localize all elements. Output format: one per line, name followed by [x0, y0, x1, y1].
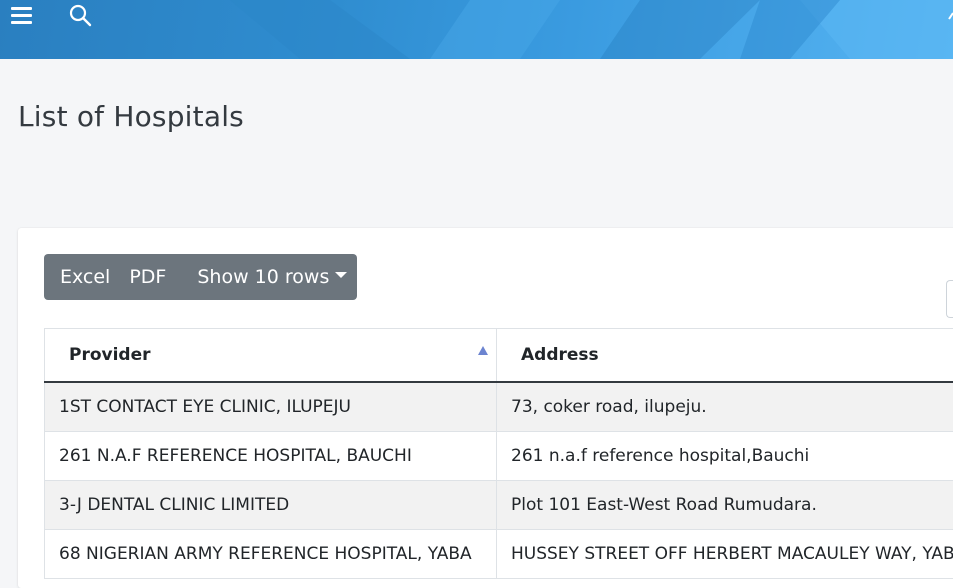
- caret-down-icon: [335, 272, 347, 278]
- show-rows-dropdown[interactable]: Show 10 rows: [166, 254, 347, 300]
- provider-cell: 3-J DENTAL CLINIC LIMITED: [45, 481, 497, 530]
- provider-cell: 261 N.A.F REFERENCE HOSPITAL, BAUCHI: [45, 432, 497, 481]
- address-cell: 73, coker road, ilupeju.: [497, 382, 953, 432]
- table-header-row: Provider Address: [45, 329, 953, 383]
- export-button-group: Excel PDF Show 10 rows: [44, 254, 357, 300]
- hospitals-table: Provider Address 1ST CONTACT EYE CLINIC,…: [44, 328, 953, 579]
- column-header-provider[interactable]: Provider: [45, 329, 497, 383]
- excel-export-button[interactable]: Excel: [44, 254, 110, 300]
- hamburger-menu-icon[interactable]: [11, 7, 35, 25]
- page-title: List of Hospitals: [18, 100, 244, 133]
- table-row[interactable]: 261 N.A.F REFERENCE HOSPITAL, BAUCHI 261…: [45, 432, 953, 481]
- show-rows-label: Show 10 rows: [197, 266, 329, 288]
- column-header-address[interactable]: Address: [497, 329, 953, 383]
- pdf-export-button[interactable]: PDF: [110, 254, 166, 300]
- search-icon[interactable]: [68, 3, 94, 27]
- address-cell: HUSSEY STREET OFF HERBERT MACAULEY WAY, …: [497, 530, 953, 579]
- table-search-input[interactable]: [946, 280, 953, 318]
- address-cell: 261 n.a.f reference hospital,Bauchi: [497, 432, 953, 481]
- header-edge-icon: [944, 12, 953, 22]
- provider-cell: 68 NIGERIAN ARMY REFERENCE HOSPITAL, YAB…: [45, 530, 497, 579]
- top-navbar: [0, 0, 953, 59]
- column-header-label: Provider: [69, 345, 151, 365]
- column-header-label: Address: [521, 345, 599, 365]
- table-row[interactable]: 1ST CONTACT EYE CLINIC, ILUPEJU 73, coke…: [45, 382, 953, 432]
- provider-cell: 1ST CONTACT EYE CLINIC, ILUPEJU: [45, 382, 497, 432]
- header-background-pattern: [0, 0, 953, 59]
- hospitals-card: Excel PDF Show 10 rows Provider Address …: [18, 228, 953, 588]
- table-row[interactable]: 68 NIGERIAN ARMY REFERENCE HOSPITAL, YAB…: [45, 530, 953, 579]
- address-cell: Plot 101 East-West Road Rumudara.: [497, 481, 953, 530]
- table-row[interactable]: 3-J DENTAL CLINIC LIMITED Plot 101 East-…: [45, 481, 953, 530]
- sort-ascending-icon: [478, 346, 488, 355]
